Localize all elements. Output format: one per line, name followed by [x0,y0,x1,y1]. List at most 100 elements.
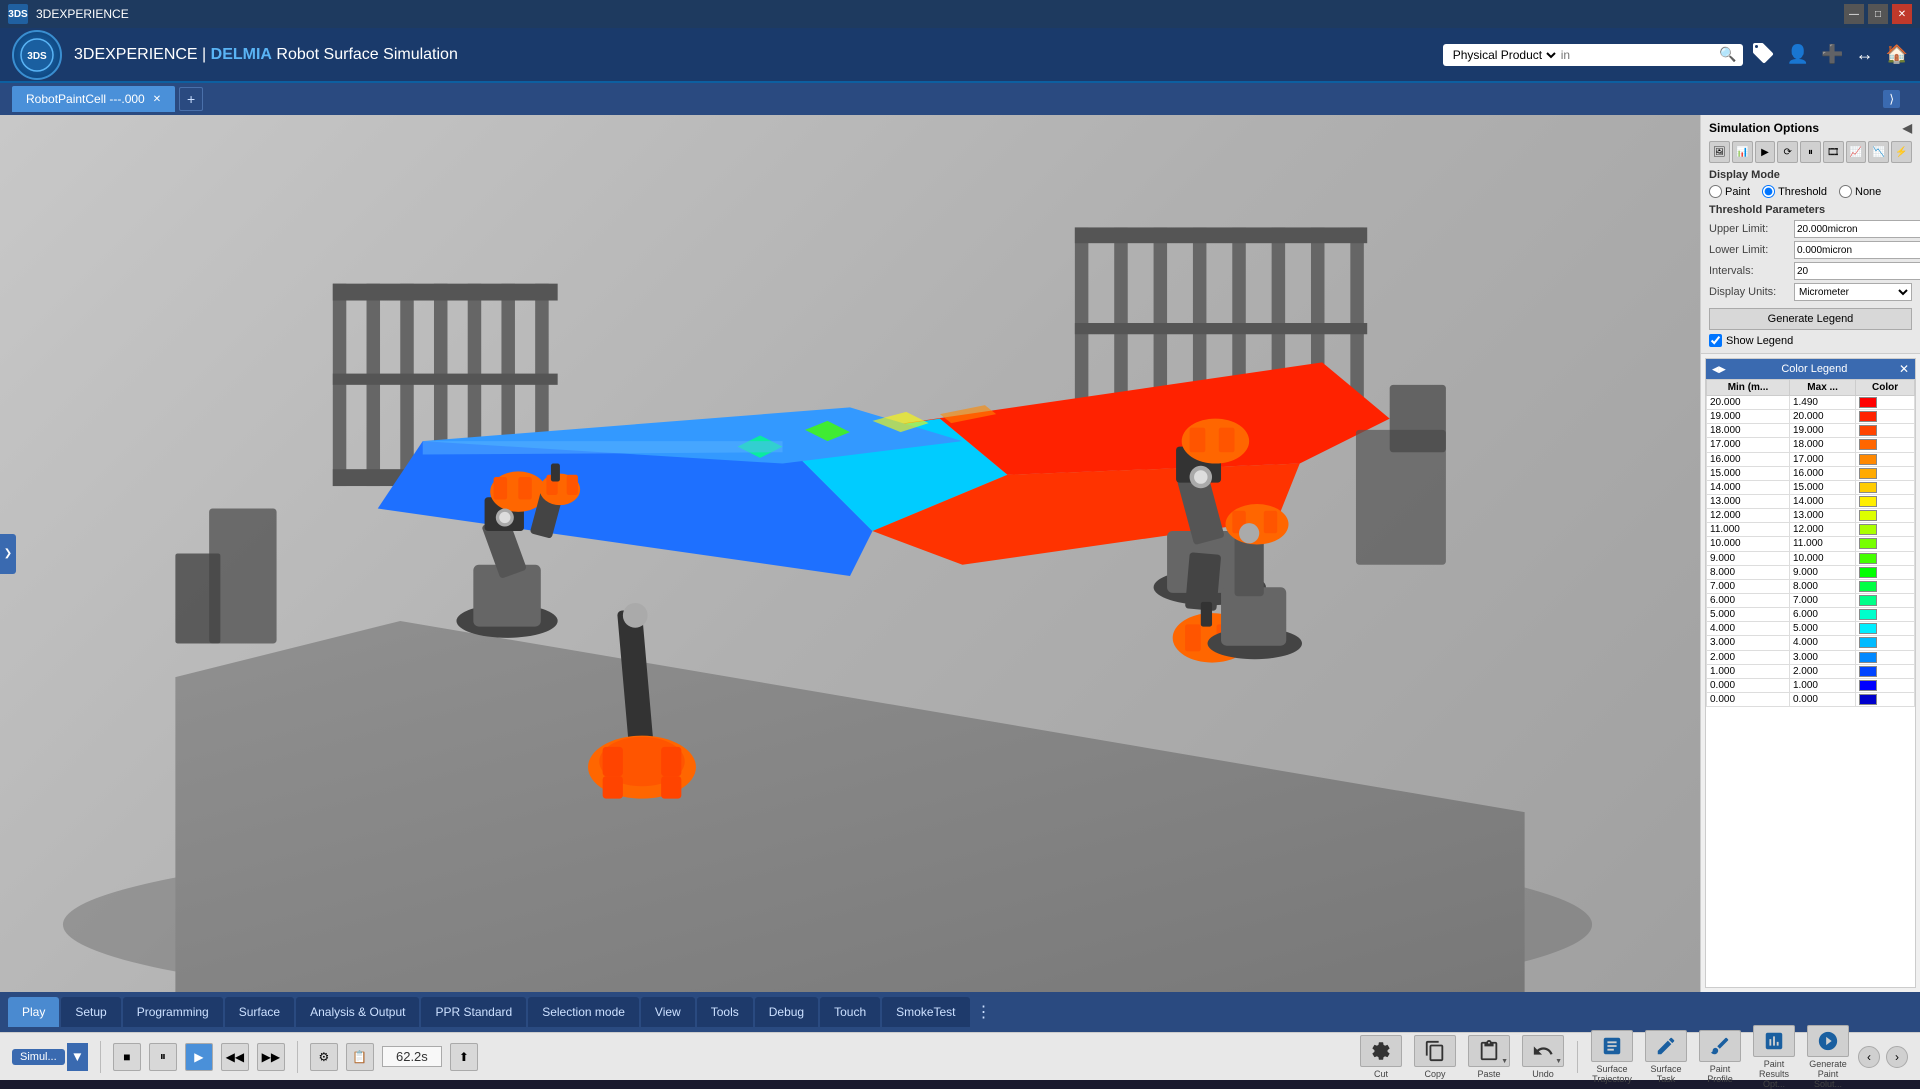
tb-btn-4[interactable]: ⟳ [1777,141,1798,163]
tb-btn-7[interactable]: 📈 [1846,141,1867,163]
intervals-input[interactable] [1794,262,1920,280]
lower-limit-row: Lower Limit: ▲ ▼ [1709,241,1912,259]
expand-right-button[interactable]: ⟩ [1883,90,1900,108]
delmia-label: DELMIA [211,46,272,63]
paint-profile-group: PaintProfile [1696,1030,1744,1084]
legend-max: 3.000 [1789,650,1855,664]
legend-row: 4.000 5.000 [1707,622,1915,636]
generate-paint-button[interactable] [1807,1025,1849,1057]
maximize-button[interactable]: □ [1868,4,1888,24]
legend-color [1856,452,1915,466]
play-button[interactable]: ▶ [185,1043,213,1071]
tab-robotpaintcell[interactable]: RobotPaintCell ---.000 ✕ [12,86,175,112]
script-button[interactable]: 📋 [346,1043,374,1071]
add-tab-button[interactable]: + [179,87,203,111]
btab-selection[interactable]: Selection mode [528,997,639,1027]
legend-color [1856,410,1915,424]
generate-legend-button[interactable]: Generate Legend [1709,308,1912,330]
more-tabs-button[interactable]: ⋮ [976,1002,992,1022]
legend-row: 14.000 15.000 [1707,480,1915,494]
radio-none[interactable]: None [1839,185,1881,198]
generate-paint-group: GeneratePaint Solut... [1804,1025,1852,1089]
tag-button[interactable] [1751,41,1775,68]
search-type-select[interactable]: Physical Product [1449,47,1559,63]
lower-limit-label: Lower Limit: [1709,244,1794,256]
paint-profile-button[interactable] [1699,1030,1741,1062]
btab-ppr[interactable]: PPR Standard [421,997,526,1027]
stop-button[interactable]: ■ [113,1043,141,1071]
tb-btn-5[interactable]: ⏸ [1800,141,1821,163]
sim-dropdown-button[interactable]: ▼ [67,1043,88,1071]
export-button[interactable]: ⬆ [450,1043,478,1071]
search-button[interactable]: 🔍 [1719,46,1736,63]
app-title: 3DEXPERIENCE | DELMIA Robot Surface Simu… [74,46,458,64]
next-nav-button[interactable]: › [1886,1046,1908,1068]
copy-button[interactable] [1414,1035,1456,1067]
surface-task-button[interactable] [1645,1030,1687,1062]
lower-limit-input[interactable] [1794,241,1920,259]
search-bar[interactable]: Physical Product 🔍 [1443,44,1743,66]
surface-trajectory-button[interactable] [1591,1030,1633,1062]
separator-3 [1577,1041,1578,1073]
pause-button[interactable]: ⏸ [149,1043,177,1071]
undo-button[interactable]: ▼ [1522,1035,1564,1067]
radio-threshold-input[interactable] [1762,185,1775,198]
tb-btn-8[interactable]: 📉 [1868,141,1889,163]
legend-color [1856,551,1915,565]
nav-button[interactable]: ↔ [1856,44,1874,65]
undo-group: ▼ Undo [1519,1035,1567,1079]
display-mode-radios: Paint Threshold None [1709,185,1912,198]
paint-results-group: PaintResults Opt... [1750,1025,1798,1089]
home-button[interactable]: 🏠 [1886,44,1908,65]
btab-setup[interactable]: Setup [61,997,120,1027]
radio-threshold[interactable]: Threshold [1762,185,1827,198]
btab-tools[interactable]: Tools [697,997,753,1027]
paste-dropdown-arrow: ▼ [1501,1058,1508,1065]
display-units-select[interactable]: Micrometer [1794,283,1912,301]
btab-programming[interactable]: Programming [123,997,223,1027]
add-button[interactable]: ➕ [1821,44,1843,65]
radio-paint-input[interactable] [1709,185,1722,198]
legend-row: 15.000 16.000 [1707,466,1915,480]
svg-text:3DS: 3DS [27,51,47,62]
legend-min: 8.000 [1707,565,1790,579]
tb-btn-2[interactable]: 📊 [1732,141,1753,163]
app-icon: 3DS [8,4,28,24]
paste-button[interactable]: ▼ [1468,1035,1510,1067]
user-button[interactable]: 👤 [1787,44,1809,65]
btab-debug[interactable]: Debug [755,997,818,1027]
forward-button[interactable]: ▶▶ [257,1043,285,1071]
btab-view[interactable]: View [641,997,695,1027]
legend-close-button[interactable]: ✕ [1899,362,1909,376]
btab-analysis[interactable]: Analysis & Output [296,997,419,1027]
btab-smoketest[interactable]: SmokeTest [882,997,969,1027]
search-input[interactable] [1559,46,1720,64]
radio-none-input[interactable] [1839,185,1852,198]
tb-btn-3[interactable]: ▶ [1755,141,1776,163]
radio-paint[interactable]: Paint [1709,185,1750,198]
btab-surface[interactable]: Surface [225,997,294,1027]
minimize-button[interactable]: — [1844,4,1864,24]
paint-results-button[interactable] [1753,1025,1795,1057]
btab-touch[interactable]: Touch [820,997,880,1027]
rewind-button[interactable]: ◀◀ [221,1043,249,1071]
upper-limit-input[interactable] [1794,220,1920,238]
display-units-label: Display Units: [1709,286,1794,298]
cut-button[interactable] [1360,1035,1402,1067]
tab-close-button[interactable]: ✕ [153,94,161,105]
sidebar-toggle[interactable]: ❯ [0,534,16,574]
close-button[interactable]: ✕ [1892,4,1912,24]
viewport[interactable] [0,115,1700,992]
btab-play[interactable]: Play [8,997,59,1027]
collapse-button[interactable]: ◀ [1903,121,1912,135]
legend-color [1856,608,1915,622]
tb-btn-6[interactable]: 🎞 [1823,141,1844,163]
tb-btn-9[interactable]: ⚡ [1891,141,1912,163]
prev-nav-button[interactable]: ‹ [1858,1046,1880,1068]
settings-button[interactable]: ⚙ [310,1043,338,1071]
title-text: 3DEXPERIENCE [36,7,1844,21]
legend-min: 18.000 [1707,424,1790,438]
legend-color [1856,480,1915,494]
tb-btn-1[interactable]: 🖼 [1709,141,1730,163]
show-legend-checkbox[interactable] [1709,334,1722,347]
